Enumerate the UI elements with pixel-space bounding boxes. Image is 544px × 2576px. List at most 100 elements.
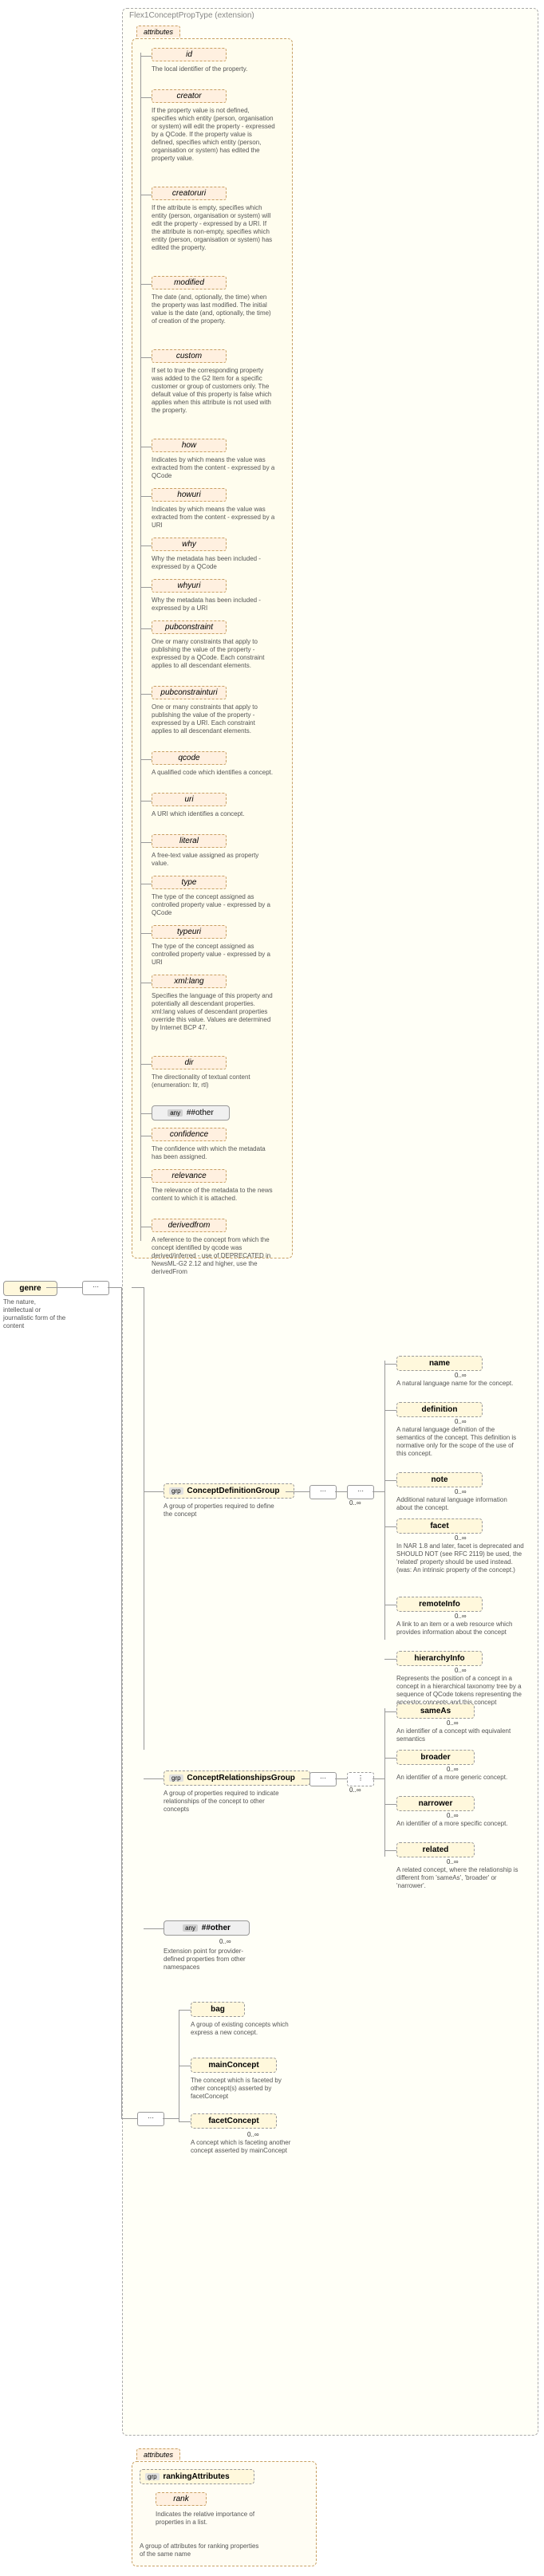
fc-occ: 0..∞ bbox=[247, 2131, 259, 2138]
attr-connector bbox=[140, 801, 152, 802]
connector bbox=[144, 1491, 164, 1492]
cdg-desc: A group of properties required to define… bbox=[164, 1503, 283, 1518]
connector bbox=[179, 2010, 191, 2011]
child-desc: An identifier of a concept with equivale… bbox=[396, 1727, 524, 1743]
attr-how: how bbox=[152, 439, 227, 452]
crg-seq: ··· bbox=[309, 1772, 337, 1786]
child-desc: In NAR 1.8 and later, facet is deprecate… bbox=[396, 1542, 524, 1574]
cdg-seq: ··· bbox=[309, 1485, 337, 1499]
attr-pubconstraint: pubconstraint bbox=[152, 620, 227, 634]
attr-desc: Indicates by which means the value was e… bbox=[152, 506, 275, 530]
attr-desc: Why the metadata has been included - exp… bbox=[152, 555, 275, 571]
bottom-attrs-tab: attributes bbox=[136, 2448, 180, 2460]
extension-label: Flex1ConceptPropType (extension) bbox=[129, 11, 254, 20]
attr-custom: custom bbox=[152, 349, 227, 363]
attr-desc: Indicates by which means the value was e… bbox=[152, 456, 275, 480]
sequence-indicator: ··· bbox=[82, 1281, 109, 1295]
rank-desc: Indicates the relative importance of pro… bbox=[156, 2511, 259, 2527]
attr-desc: The type of the concept assigned as cont… bbox=[152, 893, 275, 917]
any-prefix: any bbox=[183, 1924, 198, 1932]
any-occ: 0..∞ bbox=[219, 1938, 231, 1945]
concept-rel-group: grp ConceptRelationshipsGroup bbox=[164, 1771, 310, 1786]
connector bbox=[302, 1778, 309, 1779]
mainconcept-desc: The concept which is faceted by other co… bbox=[191, 2077, 294, 2101]
connector bbox=[144, 1928, 164, 1929]
occ: 0..∞ bbox=[455, 1534, 467, 1542]
grp-prefix: grp bbox=[169, 1487, 183, 1495]
concept-def-group: grp ConceptDefinitionGroup bbox=[164, 1483, 294, 1499]
mainconcept-element: mainConcept bbox=[191, 2058, 277, 2073]
connector bbox=[373, 1778, 384, 1779]
attr-desc: If set to true the corresponding propert… bbox=[152, 367, 275, 415]
connector bbox=[132, 1287, 144, 1288]
ranking-name: rankingAttributes bbox=[163, 2472, 229, 2481]
attr-desc: The confidence with which the metadata h… bbox=[152, 1145, 275, 1161]
root-desc: The nature, intellectual or journalistic… bbox=[3, 1298, 67, 1330]
bag-seq: ··· bbox=[137, 2112, 164, 2126]
connector bbox=[335, 1778, 347, 1779]
connector bbox=[144, 1778, 164, 1779]
crg-vline bbox=[384, 1708, 385, 1857]
occ: 0..∞ bbox=[447, 1719, 459, 1727]
occ: 0..∞ bbox=[455, 1488, 467, 1495]
attr-qcode: qcode bbox=[152, 751, 227, 765]
attr-connector bbox=[140, 759, 152, 760]
attr-connector bbox=[140, 694, 152, 695]
attr-desc: A qualified code which identifies a conc… bbox=[152, 769, 275, 777]
attr-desc: The local identifier of the property. bbox=[152, 65, 275, 73]
connector bbox=[373, 1491, 384, 1492]
attr-id: id bbox=[152, 48, 227, 61]
child-broader: broader bbox=[396, 1750, 475, 1765]
attr-desc: If the attribute is empty, specifies whi… bbox=[152, 204, 275, 252]
attr-type: type bbox=[152, 876, 227, 889]
attr-creator: creator bbox=[152, 89, 227, 103]
connector bbox=[384, 1711, 396, 1712]
attr-desc: The directionality of textual content (e… bbox=[152, 1073, 275, 1089]
crg-occ: 0..∞ bbox=[349, 1786, 361, 1794]
attr-connector bbox=[140, 357, 152, 358]
crg-choice: ⋮ bbox=[347, 1772, 374, 1786]
any-other-element: any ##other bbox=[164, 1920, 250, 1936]
connector bbox=[384, 1850, 396, 1851]
grp-prefix: grp bbox=[169, 1774, 183, 1782]
child-desc: A natural language definition of the sem… bbox=[396, 1426, 524, 1458]
attr-pubconstrainturi: pubconstrainturi bbox=[152, 686, 227, 699]
attr-uri: uri bbox=[152, 793, 227, 806]
cdg-name: ConceptDefinitionGroup bbox=[187, 1487, 279, 1495]
attr-connector bbox=[140, 284, 152, 285]
root-element: genre bbox=[3, 1281, 57, 1296]
connector bbox=[384, 1364, 396, 1365]
child-sameAs: sameAs bbox=[396, 1704, 475, 1719]
child-related: related bbox=[396, 1842, 475, 1857]
attr-desc: Why the metadata has been included - exp… bbox=[152, 597, 275, 612]
attr-connector bbox=[140, 1177, 152, 1178]
ranking-group: grp rankingAttributes bbox=[140, 2469, 254, 2484]
outer-vline bbox=[121, 1287, 122, 2118]
occ: 0..∞ bbox=[447, 1812, 459, 1819]
attr-literal: literal bbox=[152, 834, 227, 848]
attr-desc: A free-text value assigned as property v… bbox=[152, 852, 275, 868]
connector bbox=[335, 1491, 347, 1492]
attr-connector bbox=[140, 496, 152, 497]
attr-confidence: confidence bbox=[152, 1128, 227, 1141]
attr-desc: The date (and, optionally, the time) whe… bbox=[152, 293, 275, 325]
ranking-group-desc: A group of attributes for ranking proper… bbox=[140, 2543, 259, 2558]
attr-other: any ##other bbox=[152, 1105, 230, 1121]
connector bbox=[163, 2118, 179, 2119]
any-desc: Extension point for provider-defined pro… bbox=[164, 1948, 251, 1971]
connector bbox=[46, 1287, 82, 1288]
any-name: ##other bbox=[202, 1924, 231, 1932]
attr-desc: A URI which identifies a concept. bbox=[152, 810, 275, 818]
cdg-occ: 0..∞ bbox=[349, 1499, 361, 1507]
child-desc: Represents the position of a concept in … bbox=[396, 1675, 524, 1707]
attr-connector bbox=[140, 97, 152, 98]
bag-element: bag bbox=[191, 2002, 245, 2017]
child-definition: definition bbox=[396, 1402, 483, 1417]
crg-name: ConceptRelationshipsGroup bbox=[187, 1774, 295, 1782]
attr-connector bbox=[140, 1113, 152, 1114]
child-remoteInfo: remoteInfo bbox=[396, 1597, 483, 1612]
connector bbox=[286, 1491, 309, 1492]
child-desc: A link to an item or a web resource whic… bbox=[396, 1621, 524, 1637]
child-narrower: narrower bbox=[396, 1796, 475, 1811]
facetconcept-element: facetConcept bbox=[191, 2113, 277, 2129]
